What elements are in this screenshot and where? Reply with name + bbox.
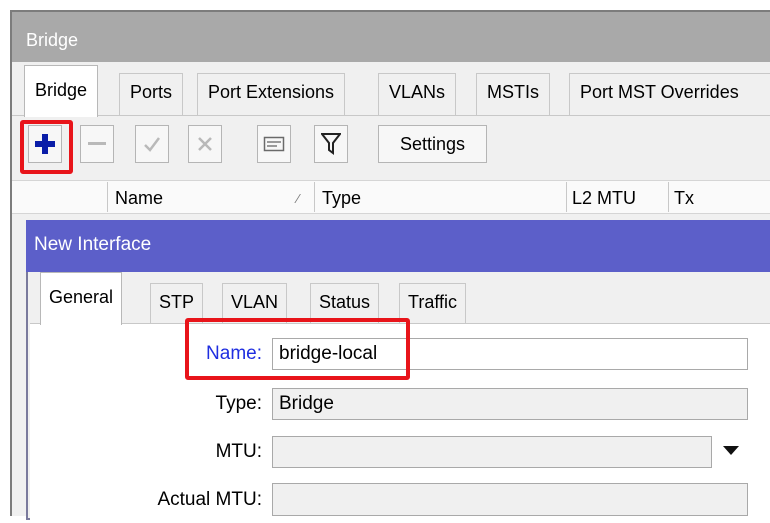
column-header-tx[interactable]: Tx <box>674 182 694 212</box>
comment-button[interactable] <box>257 125 291 163</box>
dialog-title: New Interface <box>26 220 770 272</box>
column-separator <box>566 182 567 212</box>
column-separator <box>314 182 315 212</box>
name-field-highlight <box>185 318 410 380</box>
column-separator <box>668 182 669 212</box>
cross-icon <box>195 134 215 154</box>
sort-indicator-icon: ⁄ <box>297 191 300 206</box>
tab-bridge[interactable]: Bridge <box>24 65 99 117</box>
bridge-window-title: Bridge <box>10 10 770 62</box>
tabstrip-divider <box>12 115 770 116</box>
tab-ports[interactable]: Ports <box>119 73 184 115</box>
tab-vlans[interactable]: VLANs <box>378 73 457 115</box>
dialog-tab-traffic[interactable]: Traffic <box>399 283 467 323</box>
column-separator <box>107 182 108 212</box>
tab-mstis[interactable]: MSTIs <box>476 73 550 115</box>
actual-mtu-field <box>272 483 748 516</box>
type-label: Type: <box>215 393 262 414</box>
type-field: Bridge <box>272 388 748 420</box>
tab-port-extensions[interactable]: Port Extensions <box>197 73 346 115</box>
dialog-tab-status[interactable]: Status <box>310 283 380 323</box>
filter-icon <box>321 133 341 155</box>
column-header-type[interactable]: Type <box>322 182 361 212</box>
enable-button[interactable] <box>135 125 169 163</box>
disable-button[interactable] <box>188 125 222 163</box>
actual-mtu-label: Actual MTU: <box>157 489 262 510</box>
caret-down-icon <box>722 444 740 456</box>
dialog-tab-general[interactable]: General <box>40 272 123 325</box>
comment-icon <box>263 135 285 153</box>
minus-icon <box>88 141 106 147</box>
mtu-dropdown-button[interactable] <box>722 444 740 456</box>
tab-port-mst-overrides[interactable]: Port MST Overrides <box>569 73 770 115</box>
filter-button[interactable] <box>314 125 348 163</box>
column-header-l2mtu[interactable]: L2 MTU <box>572 182 636 212</box>
check-icon <box>142 134 162 154</box>
mtu-label: MTU: <box>215 441 262 462</box>
mtu-field[interactable] <box>272 436 712 468</box>
remove-button[interactable] <box>80 125 114 163</box>
dialog-tab-vlan[interactable]: VLAN <box>222 283 288 323</box>
dialog-tab-stp[interactable]: STP <box>150 283 204 323</box>
settings-button[interactable]: Settings <box>378 125 487 163</box>
add-button-highlight <box>20 120 73 174</box>
column-header-name[interactable]: Name <box>115 182 163 212</box>
